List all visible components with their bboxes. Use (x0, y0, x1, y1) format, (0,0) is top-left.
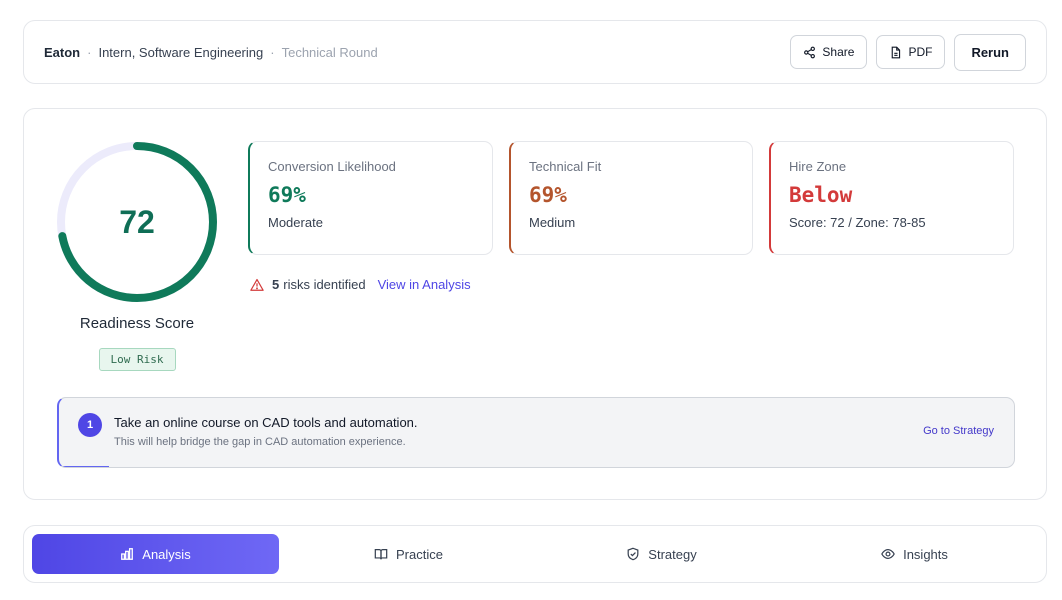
step-number-badge: 1 (78, 413, 102, 437)
warning-icon (250, 278, 264, 291)
summary-panel: 72 Readiness Score Low Risk Conversion L… (23, 108, 1047, 500)
action-subtitle: This will help bridge the gap in CAD aut… (114, 436, 406, 448)
breadcrumb: Eaton · Intern, Software Engineering · T… (44, 45, 378, 60)
metric-card-technical-fit: Technical Fit 69% Medium (509, 141, 753, 255)
readiness-score-section: 72 Readiness Score Low Risk (54, 139, 220, 371)
metric-subtext: Moderate (268, 215, 323, 230)
share-button[interactable]: Share (790, 35, 868, 69)
header-actions: Share PDF Rerun (790, 33, 1026, 71)
metric-value: 69% (268, 183, 306, 207)
book-icon (374, 549, 388, 560)
tab-strategy[interactable]: Strategy (538, 534, 785, 574)
metric-value: 69% (529, 183, 567, 207)
risks-text: risks identified (283, 277, 366, 292)
tab-label: Analysis (142, 546, 191, 562)
metric-value: Below (789, 183, 853, 207)
risks-count: 5 (272, 277, 280, 292)
metric-card-conversion: Conversion Likelihood 69% Moderate (248, 141, 493, 255)
metric-label: Technical Fit (529, 159, 602, 174)
tab-practice[interactable]: Practice (285, 534, 532, 574)
tab-label: Practice (396, 546, 443, 562)
share-button-label: Share (822, 45, 855, 59)
go-to-strategy-link[interactable]: Go to Strategy (923, 425, 994, 437)
breadcrumb-company[interactable]: Eaton (44, 45, 80, 60)
metric-subtext: Score: 72 / Zone: 78-85 (789, 215, 926, 230)
view-in-analysis-link[interactable]: View in Analysis (378, 277, 471, 292)
metric-card-hire-zone: Hire Zone Below Score: 72 / Zone: 78-85 (769, 141, 1014, 255)
tab-label: Strategy (648, 546, 697, 562)
rerun-button[interactable]: Rerun (954, 33, 1026, 71)
pdf-button[interactable]: PDF (876, 35, 946, 69)
risk-level-badge: Low Risk (98, 348, 176, 371)
share-icon (804, 46, 816, 58)
breadcrumb-separator: · (270, 44, 275, 60)
action-title: Take an online course on CAD tools and a… (114, 415, 418, 430)
header-bar: Eaton · Intern, Software Engineering · T… (23, 20, 1047, 84)
readiness-score-label: Readiness Score (79, 315, 195, 332)
tab-label: Insights (903, 546, 948, 562)
readiness-score-value: 72 (119, 203, 155, 240)
metric-subtext: Medium (529, 215, 576, 230)
next-action-card: 1 Take an online course on CAD tools and… (57, 397, 1015, 468)
tab-bar: Analysis Practice Strategy Insights (23, 525, 1047, 583)
breadcrumb-role[interactable]: Intern, Software Engineering (98, 45, 263, 60)
breadcrumb-round: Technical Round (281, 44, 378, 60)
readiness-gauge: 72 (54, 139, 220, 305)
tab-insights[interactable]: Insights (791, 534, 1038, 574)
pdf-button-label: PDF (908, 45, 933, 59)
metric-label: Hire Zone (789, 159, 847, 174)
metric-label: Conversion Likelihood (268, 159, 396, 174)
tab-analysis[interactable]: Analysis (32, 534, 279, 574)
eye-icon (881, 549, 895, 559)
breadcrumb-separator: · (87, 44, 92, 60)
bar-chart-icon (121, 548, 134, 560)
shield-icon (627, 547, 639, 561)
risks-summary: 5 risks identified View in Analysis (250, 277, 471, 292)
file-icon (892, 46, 901, 58)
